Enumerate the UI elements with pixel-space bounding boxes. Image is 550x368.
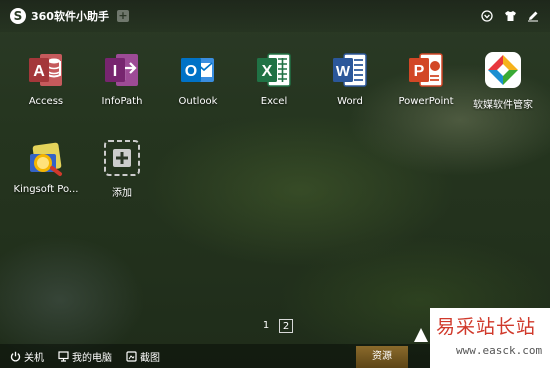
pagination: 1 2 — [259, 319, 293, 333]
my-computer-button[interactable]: 我的电脑 — [58, 349, 112, 364]
app-word[interactable]: W Word — [312, 50, 388, 107]
title-bar: S 360软件小助手 + — [0, 0, 550, 32]
svg-text:W: W — [336, 63, 351, 80]
app-kingsoft[interactable]: Kingsoft Po... — [8, 138, 84, 195]
svg-text:I: I — [113, 63, 117, 80]
app-outlook[interactable]: O Outlook — [160, 50, 236, 107]
outlook-icon: O — [178, 50, 218, 90]
app-label: 添加 — [112, 188, 132, 199]
app-label: Kingsoft Po... — [13, 184, 79, 195]
screenshot-icon — [126, 350, 137, 362]
add-app-icon — [102, 138, 142, 178]
shutdown-button[interactable]: 关机 — [10, 349, 44, 364]
svg-text:P: P — [414, 63, 425, 80]
app-ruanmei[interactable]: 软媒软件管家 — [465, 50, 541, 111]
watermark-title: 易采站长站 — [436, 316, 537, 338]
app-label: Word — [337, 96, 363, 107]
shutdown-label: 关机 — [24, 352, 44, 364]
skin-icon[interactable] — [503, 9, 517, 23]
page-2-button[interactable]: 2 — [279, 319, 293, 333]
360-logo-icon: S — [10, 8, 26, 24]
app-access[interactable]: A Access — [8, 50, 84, 107]
svg-text:O: O — [185, 63, 197, 80]
app-label: Access — [28, 96, 64, 107]
edit-icon[interactable] — [526, 9, 540, 23]
power-icon — [10, 351, 21, 362]
word-icon: W — [330, 50, 370, 90]
access-icon: A — [26, 50, 66, 90]
page-1-button[interactable]: 1 — [259, 319, 273, 333]
watermark-arrow-icon — [414, 328, 428, 342]
app-window: S 360软件小助手 + A Access I InfoPath O Outlo… — [0, 0, 550, 368]
watermark: 易采站长站 www.easck.com — [430, 308, 550, 368]
app-label: PowerPoint — [398, 96, 454, 107]
app-label: Excel — [260, 96, 288, 107]
svg-text:A: A — [33, 63, 45, 80]
watermark-url: www.easck.com — [456, 344, 543, 357]
computer-icon — [58, 350, 69, 362]
title-tools — [480, 9, 540, 23]
my-computer-label: 我的电脑 — [72, 352, 112, 364]
screenshot-label: 截图 — [140, 352, 160, 364]
app-label: InfoPath — [101, 96, 143, 107]
app-excel[interactable]: X Excel — [236, 50, 312, 107]
app-add[interactable]: 添加 — [84, 138, 160, 199]
add-tab-button[interactable]: + — [116, 10, 129, 22]
screenshot-button[interactable]: 截图 — [126, 349, 160, 364]
menu-icon[interactable] — [480, 9, 494, 23]
kingsoft-icon — [26, 138, 66, 178]
ruanmei-icon — [483, 50, 523, 90]
app-label: 软媒软件管家 — [473, 100, 533, 111]
svg-text:X: X — [262, 63, 273, 80]
infopath-icon: I — [102, 50, 142, 90]
app-powerpoint[interactable]: P PowerPoint — [388, 50, 464, 107]
app-title: 360软件小助手 — [31, 10, 109, 23]
powerpoint-icon: P — [406, 50, 446, 90]
app-label: Outlook — [178, 96, 218, 107]
resources-tab[interactable]: 资源 — [356, 346, 408, 368]
app-infopath[interactable]: I InfoPath — [84, 50, 160, 107]
excel-icon: X — [254, 50, 294, 90]
